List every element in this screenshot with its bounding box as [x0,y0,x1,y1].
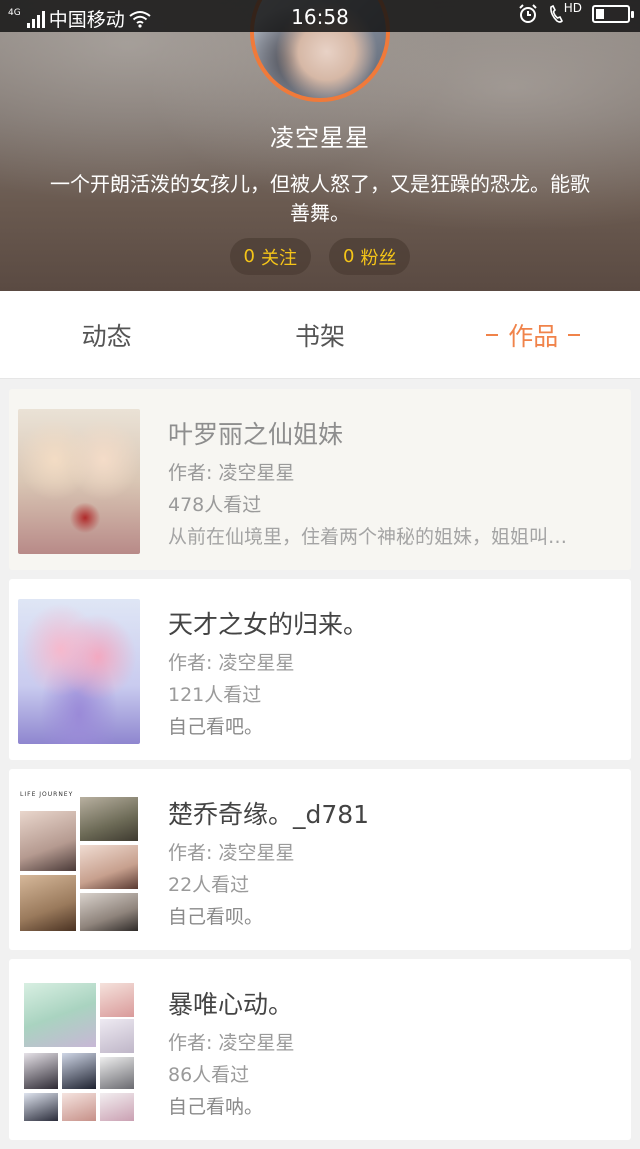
work-description: 从前在仙境里，住着两个神秘的姐妹，姐姐叫… [168,526,568,548]
following-label: 关注 [261,247,297,269]
alarm-icon [519,4,537,23]
followers-button[interactable]: 0 粉丝 [329,238,411,275]
work-author: 作者: 凌空星星 [168,842,295,864]
cover-photo [80,797,138,841]
profile-header: 4G 中国移动 16:58 HD 凌空星星 一个开朗活泼的女孩儿，但被人怒了，又… [0,0,640,291]
cover-photo [80,893,138,931]
nickname: 凌空星星 [270,124,370,152]
tab-works[interactable]: 作品 [427,291,640,378]
work-views: 121人看过 [168,684,262,706]
profile-tabs: 动态 书架 作品 [0,291,640,379]
followers-label: 粉丝 [360,247,397,269]
active-indicator-left [486,333,499,336]
work-description: 自己看呐。 [168,1096,264,1118]
followers-count: 0 [343,246,355,267]
work-description: 自己看吧。 [168,716,264,738]
bio: 一个开朗活泼的女孩儿，但被人怒了，又是狂躁的恐龙。能歌善舞。 [50,172,590,225]
work-views: 22人看过 [168,874,250,896]
book-cover [18,409,140,554]
tab-bookshelf[interactable]: 书架 [213,291,426,378]
work-card[interactable]: 暴唯心动。 作者: 凌空星星 86人看过 自己看呐。 [9,959,631,1140]
cover-photo [80,845,138,889]
cover-illustration [24,983,96,1047]
status-right: HD [518,0,634,24]
work-card[interactable]: 天才之女的归来。 作者: 凌空星星 121人看过 自己看吧。 [9,579,631,760]
work-description: 自己看呗。 [168,906,264,928]
follow-counts: 0 关注 0 粉丝 [0,238,640,275]
work-author: 作者: 凌空星星 [168,1032,295,1054]
following-count: 0 [243,246,255,267]
book-cover [18,979,140,1124]
cover-caption: LIFE JOURNEY [20,791,74,798]
works-list: 叶罗丽之仙姐妹 作者: 凌空星星 478人看过 从前在仙境里，住着两个神秘的姐妹… [9,389,631,1149]
cover-illustration [100,983,134,1017]
active-indicator-right [568,333,581,336]
work-card[interactable]: 叶罗丽之仙姐妹 作者: 凌空星星 478人看过 从前在仙境里，住着两个神秘的姐妹… [9,389,631,570]
cover-illustration [24,1093,58,1121]
work-title: 叶罗丽之仙姐妹 [168,420,344,449]
tab-works-label: 作品 [508,321,559,351]
work-views: 478人看过 [168,494,262,516]
cover-illustration [100,1019,134,1053]
hd-call-icon: HD [548,0,582,24]
book-cover [18,599,140,744]
tab-bookshelf-label: 书架 [294,321,345,351]
work-views: 86人看过 [168,1064,250,1086]
tab-activity-label: 动态 [81,321,132,351]
status-bar: 4G 中国移动 16:58 HD [0,0,640,32]
cover-illustration [62,1053,96,1089]
cover-illustration [100,1057,134,1089]
work-author: 作者: 凌空星星 [168,652,295,674]
work-author: 作者: 凌空星星 [168,462,295,484]
cover-illustration [100,1093,134,1121]
cover-illustration [62,1093,96,1121]
cover-illustration [24,1053,58,1089]
cover-photo [20,811,76,871]
tab-activity[interactable]: 动态 [0,291,213,378]
work-title: 楚乔奇缘。_d781 [168,800,370,829]
hd-label: HD [563,0,582,15]
work-title: 暴唯心动。 [168,990,294,1019]
work-title: 天才之女的归来。 [168,610,369,639]
following-button[interactable]: 0 关注 [229,238,311,275]
book-cover: LIFE JOURNEY [18,789,140,934]
cover-photo [20,875,76,931]
battery-icon [592,5,634,23]
work-card[interactable]: LIFE JOURNEY 楚乔奇缘。_d781 作者: 凌空星星 22人看过 自… [9,769,631,950]
